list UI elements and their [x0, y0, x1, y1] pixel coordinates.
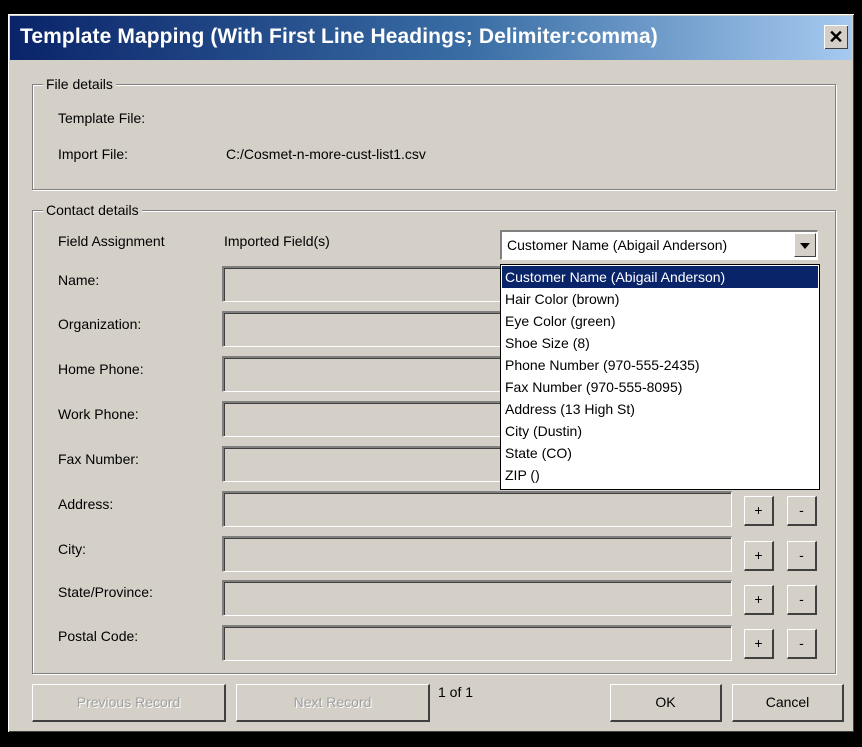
field-assignment-header: Field Assignment	[58, 233, 165, 249]
city-label: City:	[58, 541, 86, 557]
contact-details-legend: Contact details	[43, 202, 142, 218]
dropdown-option[interactable]: Fax Number (970-555-8095)	[502, 376, 818, 398]
state-add-button[interactable]: +	[744, 585, 774, 615]
imported-field-combo[interactable]: Customer Name (Abigail Anderson)	[500, 230, 818, 260]
window-title: Template Mapping (With First Line Headin…	[20, 25, 658, 48]
close-button[interactable]: ✕	[824, 25, 848, 49]
fax-number-label: Fax Number:	[58, 451, 139, 467]
file-details-group: File details	[32, 76, 836, 190]
city-remove-button[interactable]: -	[787, 541, 817, 571]
address-add-button[interactable]: +	[744, 496, 774, 526]
dropdown-option[interactable]: Shoe Size (8)	[502, 332, 818, 354]
postal-code-label: Postal Code:	[58, 628, 139, 644]
postal-code-field[interactable]	[222, 625, 732, 661]
state-province-field[interactable]	[222, 580, 732, 616]
dropdown-option[interactable]: Hair Color (brown)	[502, 288, 818, 310]
postal-remove-button[interactable]: -	[787, 629, 817, 659]
record-counter: 1 of 1	[438, 684, 474, 700]
address-remove-button[interactable]: -	[787, 496, 817, 526]
state-province-label: State/Province:	[58, 584, 153, 600]
previous-record-button[interactable]: Previous Record	[32, 684, 226, 722]
dropdown-option[interactable]: City (Dustin)	[502, 420, 818, 442]
cancel-button[interactable]: Cancel	[732, 684, 844, 722]
state-remove-button[interactable]: -	[787, 585, 817, 615]
import-file-value: C:/Cosmet-n-more-cust-list1.csv	[226, 146, 426, 162]
imported-field-dropdown: Customer Name (Abigail Anderson) Hair Co…	[500, 264, 820, 490]
chevron-down-icon[interactable]	[794, 233, 816, 257]
work-phone-label: Work Phone:	[58, 406, 139, 422]
city-field[interactable]	[222, 536, 732, 572]
postal-add-button[interactable]: +	[744, 629, 774, 659]
name-label: Name:	[58, 272, 100, 288]
address-label: Address:	[58, 496, 114, 512]
dropdown-option[interactable]: Phone Number (970-555-2435)	[502, 354, 818, 376]
imported-fields-header: Imported Field(s)	[224, 233, 330, 249]
title-bar[interactable]: Template Mapping (With First Line Headin…	[10, 16, 852, 60]
ok-button[interactable]: OK	[610, 684, 722, 722]
template-file-label: Template File:	[58, 110, 146, 126]
address-field[interactable]	[222, 491, 732, 527]
dropdown-option[interactable]: Address (13 High St)	[502, 398, 818, 420]
combo-selected-value: Customer Name (Abigail Anderson)	[507, 237, 728, 253]
dropdown-option[interactable]: State (CO)	[502, 442, 818, 464]
dropdown-option[interactable]: Customer Name (Abigail Anderson)	[502, 266, 818, 288]
dropdown-option[interactable]: Eye Color (green)	[502, 310, 818, 332]
city-add-button[interactable]: +	[744, 541, 774, 571]
import-file-label: Import File:	[58, 146, 129, 162]
home-phone-label: Home Phone:	[58, 361, 144, 377]
file-details-legend: File details	[43, 76, 116, 92]
dropdown-option[interactable]: ZIP ()	[502, 464, 818, 486]
close-icon: ✕	[828, 27, 844, 47]
next-record-button[interactable]: Next Record	[236, 684, 430, 722]
organization-label: Organization:	[58, 316, 142, 332]
